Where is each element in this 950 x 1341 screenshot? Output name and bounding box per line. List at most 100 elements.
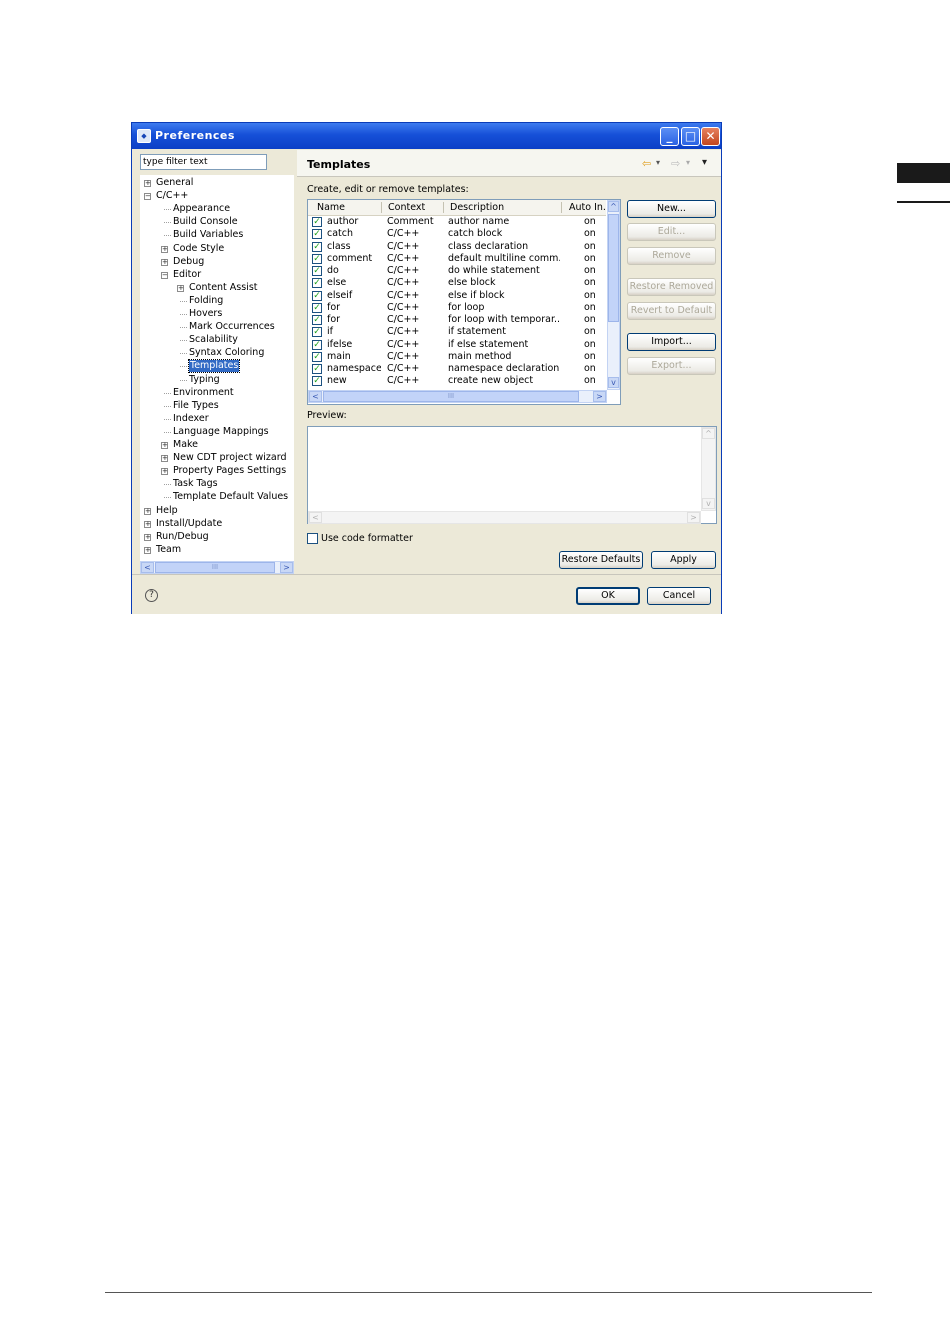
tree-expander-icon[interactable]: + — [161, 468, 168, 476]
row-enabled-checkbox[interactable]: ✓ — [312, 290, 322, 301]
column-separator[interactable] — [443, 202, 444, 213]
tree-item[interactable]: Install/Update — [156, 518, 222, 530]
tree-expander-icon[interactable]: + — [177, 284, 184, 292]
column-separator[interactable] — [381, 202, 382, 213]
tree-expander-icon[interactable]: + — [144, 507, 151, 515]
tree-item[interactable]: Folding — [189, 295, 223, 307]
row-enabled-checkbox[interactable]: ✓ — [312, 266, 322, 276]
tree-item[interactable]: Make — [173, 439, 198, 451]
back-menu-chevron-icon[interactable]: ▾ — [656, 158, 660, 167]
table-hscroll-thumb[interactable]: III — [323, 391, 579, 402]
filter-input[interactable] — [140, 154, 267, 170]
tree-item[interactable]: Help — [156, 505, 178, 517]
tree-item[interactable]: Team — [156, 544, 181, 556]
table-row[interactable]: ✓ ifelse C/C++ if else statement on — [308, 339, 606, 351]
row-enabled-checkbox[interactable]: ✓ — [312, 229, 322, 240]
tree-item[interactable]: Hovers — [189, 308, 222, 320]
table-row[interactable]: ✓ author Comment author name on — [308, 216, 606, 228]
tree-item[interactable]: Build Console — [173, 216, 238, 228]
row-enabled-checkbox[interactable]: ✓ — [312, 253, 322, 264]
row-enabled-checkbox[interactable]: ✓ — [312, 327, 322, 338]
table-row[interactable]: ✓ if C/C++ if statement on — [308, 326, 606, 338]
ok-button[interactable]: OK — [576, 587, 640, 605]
preview-scroll-up-icon[interactable]: ^ — [702, 428, 715, 439]
import-button[interactable]: Import... — [627, 333, 716, 351]
table-row[interactable]: ✓ catch C/C++ catch block on — [308, 228, 606, 240]
edit-button[interactable]: Edit... — [627, 223, 716, 241]
scroll-down-arrow-icon[interactable]: v — [608, 377, 619, 388]
use-code-formatter-checkbox[interactable] — [307, 533, 318, 544]
forward-arrow-icon[interactable]: ⇨ — [671, 157, 680, 170]
row-enabled-checkbox[interactable]: ✓ — [312, 241, 322, 252]
tree-item[interactable]: Appearance — [173, 203, 230, 215]
export-button[interactable]: Export... — [627, 357, 716, 375]
column-separator[interactable] — [561, 202, 562, 213]
tree-item[interactable]: Typing — [189, 374, 220, 386]
tree-item[interactable]: File Types — [173, 400, 219, 412]
tree-scroll-left-icon[interactable]: < — [141, 562, 154, 573]
help-icon[interactable]: ? — [145, 589, 158, 602]
scroll-left-arrow-icon[interactable]: < — [309, 391, 322, 402]
table-row[interactable]: ✓ comment C/C++ default multiline comm... on — [308, 253, 606, 265]
tree-expander-icon[interactable]: + — [161, 455, 168, 463]
view-menu-icon[interactable]: ▾ — [702, 157, 707, 168]
column-header-name[interactable]: Name — [317, 202, 345, 213]
tree-item[interactable]: Syntax Coloring — [189, 347, 264, 359]
tree-expander-icon[interactable]: + — [161, 245, 168, 253]
tree-expander-icon[interactable]: + — [144, 533, 151, 541]
cancel-button[interactable]: Cancel — [647, 587, 711, 605]
table-row[interactable]: ✓ for C/C++ for loop on — [308, 302, 606, 314]
table-row[interactable]: ✓ class C/C++ class declaration on — [308, 241, 606, 253]
tree-expander-icon[interactable]: + — [161, 258, 168, 266]
minimize-button[interactable]: _ — [660, 127, 679, 146]
tree-item[interactable]: Build Variables — [173, 229, 243, 241]
forward-menu-chevron-icon[interactable]: ▾ — [686, 158, 690, 167]
preview-scroll-left-icon[interactable]: < — [309, 512, 322, 523]
tree-item[interactable]: Task Tags — [173, 478, 218, 490]
tree-expander-icon[interactable]: + — [144, 520, 151, 528]
preview-horizontal-scrollbar[interactable]: < > — [308, 511, 701, 524]
preview-area[interactable]: ^ v < > — [307, 426, 717, 524]
row-enabled-checkbox[interactable]: ✓ — [312, 217, 322, 227]
close-button[interactable]: ✕ — [701, 127, 720, 146]
tree-expander-icon[interactable]: + — [144, 546, 151, 554]
tree-item[interactable]: Run/Debug — [156, 531, 209, 543]
tree-expander-icon[interactable]: + — [161, 442, 168, 449]
table-row[interactable]: ✓ main C/C++ main method on — [308, 351, 606, 363]
preview-scroll-right-icon[interactable]: > — [687, 512, 700, 523]
tree-item[interactable]: Environment — [173, 387, 234, 399]
restore-defaults-button[interactable]: Restore Defaults — [559, 551, 643, 569]
tree-item[interactable]: General — [156, 177, 193, 189]
apply-button[interactable]: Apply — [651, 551, 716, 569]
table-row[interactable]: ✓ for C/C++ for loop with temporar... on — [308, 314, 606, 326]
scroll-up-arrow-icon[interactable]: ^ — [608, 201, 619, 212]
row-enabled-checkbox[interactable]: ✓ — [312, 278, 322, 289]
tree-item[interactable]: Property Pages Settings — [173, 465, 286, 477]
table-scroll-thumb[interactable] — [608, 214, 619, 322]
column-header-description[interactable]: Description — [450, 202, 504, 213]
preview-scroll-down-icon[interactable]: v — [702, 498, 715, 509]
tree-item[interactable]: Editor — [173, 269, 201, 281]
tree-scroll-right-icon[interactable]: > — [280, 562, 293, 573]
column-header-auto-insert[interactable]: Auto In... — [569, 202, 605, 213]
use-code-formatter-label[interactable]: Use code formatter — [321, 533, 413, 544]
tree-item[interactable]: Indexer — [173, 413, 209, 425]
back-arrow-icon[interactable]: ⇦ — [642, 157, 651, 170]
tree-item[interactable]: Mark Occurrences — [189, 321, 275, 333]
maximize-button[interactable]: □ — [681, 127, 700, 146]
table-row[interactable]: ✓ elseif C/C++ else if block on — [308, 290, 606, 302]
tree-item[interactable]: Templates — [187, 359, 241, 374]
new-button[interactable]: New... — [627, 200, 716, 218]
tree-item[interactable]: Scalability — [189, 334, 238, 346]
tree-item[interactable]: Language Mappings — [173, 426, 269, 438]
tree-expander-icon[interactable]: − — [144, 193, 151, 201]
tree-expander-icon[interactable]: + — [144, 180, 151, 187]
tree-item[interactable]: C/C++ — [156, 190, 188, 202]
revert-to-default-button[interactable]: Revert to Default — [627, 302, 716, 320]
row-enabled-checkbox[interactable]: ✓ — [312, 376, 322, 387]
table-row[interactable]: ✓ new C/C++ create new object on — [308, 375, 606, 387]
tree-item[interactable]: Code Style — [173, 243, 224, 255]
row-enabled-checkbox[interactable]: ✓ — [312, 315, 322, 325]
tree-expander-icon[interactable]: − — [161, 271, 168, 279]
table-row[interactable]: ✓ do C/C++ do while statement on — [308, 265, 606, 277]
